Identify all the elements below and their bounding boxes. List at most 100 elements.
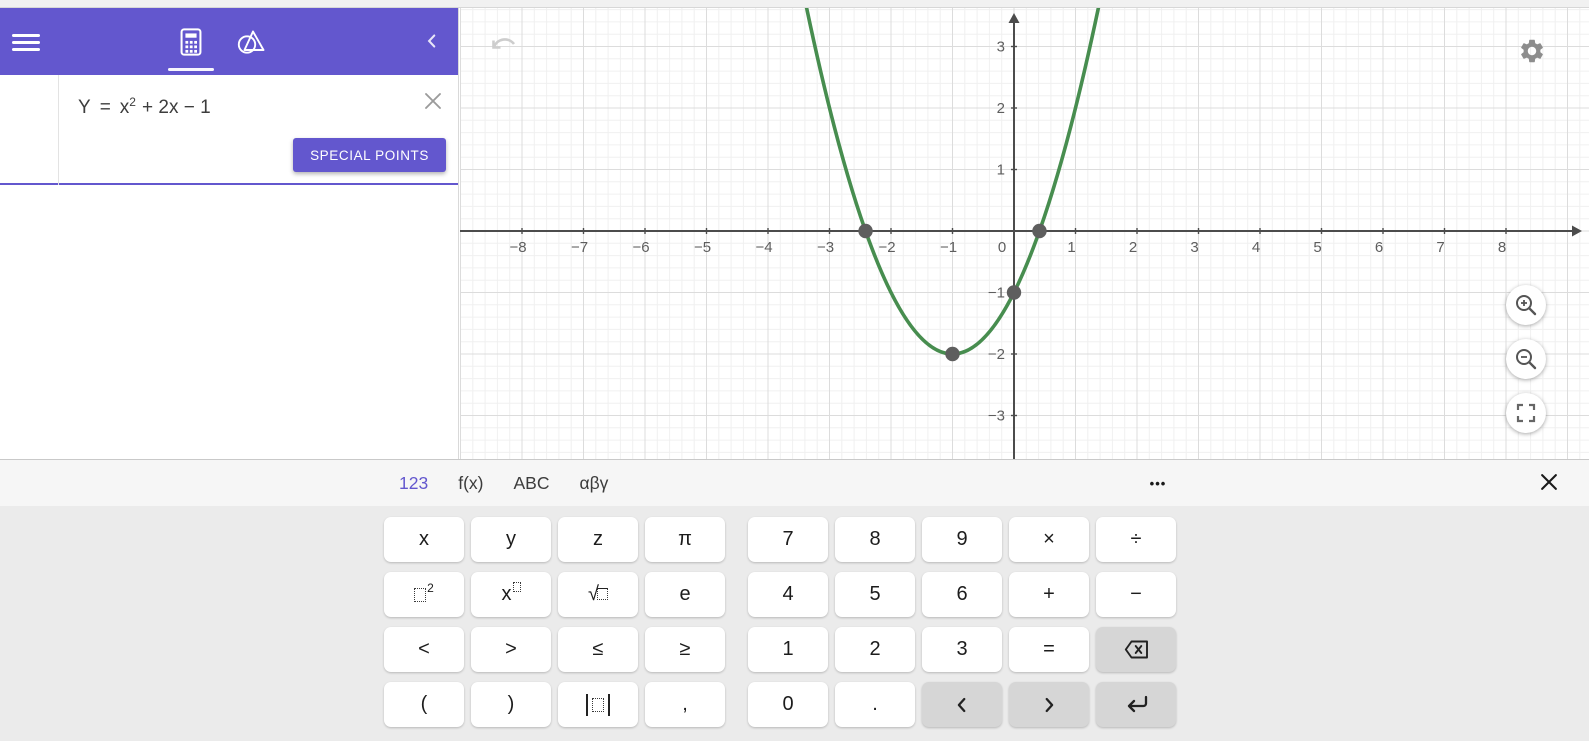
key-9[interactable]: 9 bbox=[922, 517, 1002, 562]
undo-icon[interactable] bbox=[488, 34, 520, 58]
keyboard-keys: xyzπ789×÷2x√e456+−<>≤≥123=(),0. bbox=[384, 517, 1176, 727]
expression-exponent: 2 bbox=[129, 95, 136, 109]
keyboard-close-button[interactable] bbox=[1537, 471, 1561, 495]
collapse-sidebar-button[interactable] bbox=[420, 30, 444, 54]
key-2[interactable]: 2 bbox=[835, 627, 915, 672]
key-paren-close[interactable]: ) bbox=[471, 682, 551, 727]
keyboard-tab-greek[interactable]: αβγ bbox=[579, 473, 608, 494]
key-8[interactable]: 8 bbox=[835, 517, 915, 562]
key-x[interactable]: x bbox=[384, 517, 464, 562]
special-points-button[interactable]: SPECIAL POINTS bbox=[293, 138, 446, 172]
key-y[interactable]: y bbox=[471, 517, 551, 562]
key-divide[interactable]: ÷ bbox=[1096, 517, 1176, 562]
key-comma[interactable]: , bbox=[645, 682, 725, 727]
svg-text:−5: −5 bbox=[694, 239, 711, 256]
expression-relation: = bbox=[100, 97, 111, 118]
keyboard-more-button[interactable]: ••• bbox=[1136, 460, 1180, 506]
key-square[interactable]: 2 bbox=[384, 572, 464, 617]
svg-text:−6: −6 bbox=[632, 239, 649, 256]
expression[interactable]: Y = x2 + 2x − 1 bbox=[78, 95, 211, 119]
graphics-view[interactable]: −8−7−6−5−4−3−2−1012345678−3−2−1123 bbox=[460, 8, 1589, 459]
key-pi[interactable]: π bbox=[645, 517, 725, 562]
key-sqrt[interactable]: √ bbox=[558, 572, 638, 617]
key-plus[interactable]: + bbox=[1009, 572, 1089, 617]
calculator-icon bbox=[178, 27, 204, 57]
expression-rest: + 2x − 1 bbox=[142, 97, 211, 118]
key-6[interactable]: 6 bbox=[922, 572, 1002, 617]
svg-text:4: 4 bbox=[1252, 239, 1260, 256]
key-abs[interactable] bbox=[558, 682, 638, 727]
key-0[interactable]: 0 bbox=[748, 682, 828, 727]
fullscreen-icon bbox=[1514, 401, 1538, 425]
expression-lhs: Y bbox=[78, 97, 91, 118]
expression-base: x bbox=[120, 97, 130, 118]
key-power[interactable]: x bbox=[471, 572, 551, 617]
plot-svg: −8−7−6−5−4−3−2−1012345678−3−2−1123 bbox=[460, 8, 1589, 459]
svg-text:5: 5 bbox=[1313, 239, 1321, 256]
key-paren-open[interactable]: ( bbox=[384, 682, 464, 727]
expression-row[interactable]: Y = x2 + 2x − 1 SPECIAL POINTS bbox=[0, 75, 458, 185]
chevron-left-icon bbox=[421, 30, 443, 52]
svg-text:−4: −4 bbox=[755, 239, 772, 256]
svg-text:−1: −1 bbox=[988, 285, 1005, 302]
svg-text:−1: −1 bbox=[940, 239, 957, 256]
keyboard-tab-abc[interactable]: ABC bbox=[513, 473, 549, 494]
fullscreen-button[interactable] bbox=[1506, 393, 1546, 433]
svg-text:6: 6 bbox=[1375, 239, 1383, 256]
key-lt[interactable]: < bbox=[384, 627, 464, 672]
tab-geometry-tools[interactable] bbox=[228, 8, 274, 75]
zoom-out-button[interactable] bbox=[1506, 339, 1546, 379]
key-backspace[interactable] bbox=[1096, 627, 1176, 672]
svg-text:1: 1 bbox=[997, 162, 1005, 179]
svg-text:−8: −8 bbox=[509, 239, 526, 256]
top-strip bbox=[0, 0, 1589, 8]
svg-text:−3: −3 bbox=[988, 408, 1005, 425]
svg-text:−7: −7 bbox=[571, 239, 588, 256]
svg-text:2: 2 bbox=[997, 100, 1005, 117]
expression-list-empty[interactable] bbox=[0, 187, 458, 459]
settings-button[interactable] bbox=[1518, 37, 1546, 65]
virtual-keyboard: 123 f(x) ABC αβγ ••• xyzπ789×÷2x√e456+−<… bbox=[0, 459, 1589, 741]
keyboard-tab-fx[interactable]: f(x) bbox=[458, 473, 483, 494]
algebra-sidebar: Y = x2 + 2x − 1 SPECIAL POINTS bbox=[0, 8, 459, 459]
key-geq[interactable]: ≥ bbox=[645, 627, 725, 672]
row-gutter bbox=[0, 75, 59, 185]
key-7[interactable]: 7 bbox=[748, 517, 828, 562]
key-minus[interactable]: − bbox=[1096, 572, 1176, 617]
delete-expression-button[interactable] bbox=[420, 89, 446, 115]
keyboard-tab-123[interactable]: 123 bbox=[399, 473, 428, 494]
key-5[interactable]: 5 bbox=[835, 572, 915, 617]
tab-algebra-calculator[interactable] bbox=[168, 8, 214, 75]
keyboard-tabbar: 123 f(x) ABC αβγ ••• bbox=[0, 460, 1589, 506]
svg-text:−3: −3 bbox=[817, 239, 834, 256]
key-multiply[interactable]: × bbox=[1009, 517, 1089, 562]
svg-text:1: 1 bbox=[1067, 239, 1075, 256]
view-tabs bbox=[0, 8, 450, 75]
close-icon bbox=[421, 89, 445, 113]
key-1[interactable]: 1 bbox=[748, 627, 828, 672]
key-gt[interactable]: > bbox=[471, 627, 551, 672]
key-enter[interactable] bbox=[1096, 682, 1176, 727]
zoom-out-icon bbox=[1513, 346, 1539, 372]
svg-text:7: 7 bbox=[1436, 239, 1444, 256]
key-arrow-left[interactable] bbox=[922, 682, 1002, 727]
zoom-in-icon bbox=[1513, 292, 1539, 318]
zoom-in-button[interactable] bbox=[1506, 285, 1546, 325]
svg-text:3: 3 bbox=[1190, 239, 1198, 256]
key-equals[interactable]: = bbox=[1009, 627, 1089, 672]
key-z[interactable]: z bbox=[558, 517, 638, 562]
zoom-controls bbox=[1506, 285, 1546, 433]
geometry-icon bbox=[236, 28, 266, 56]
gear-icon bbox=[1518, 37, 1546, 65]
key-e[interactable]: e bbox=[645, 572, 725, 617]
geogebra-app: Y=x2 + 2x − 1 SPECIAL POINTS −8−7−6−5−4−… bbox=[0, 0, 1589, 741]
key-arrow-right[interactable] bbox=[1009, 682, 1089, 727]
key-3[interactable]: 3 bbox=[922, 627, 1002, 672]
key-4[interactable]: 4 bbox=[748, 572, 828, 617]
svg-text:0: 0 bbox=[998, 239, 1006, 256]
sidebar-header bbox=[0, 8, 458, 75]
key-dot[interactable]: . bbox=[835, 682, 915, 727]
key-leq[interactable]: ≤ bbox=[558, 627, 638, 672]
svg-text:3: 3 bbox=[997, 39, 1005, 56]
svg-text:8: 8 bbox=[1498, 239, 1506, 256]
